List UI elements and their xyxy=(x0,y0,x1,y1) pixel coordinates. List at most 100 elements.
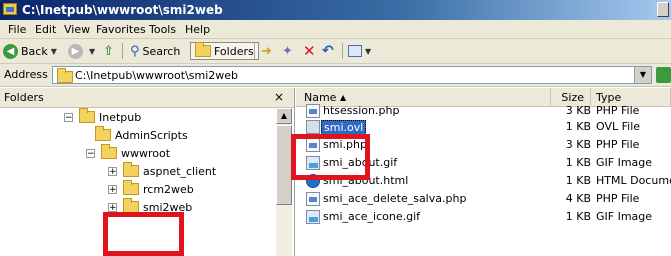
folders-label: Folders xyxy=(214,44,254,58)
file-name: smi_ace_icone.gif xyxy=(323,210,421,223)
menu-file[interactable]: File xyxy=(8,23,26,36)
file-name: smi_about.html xyxy=(323,174,409,187)
menu-help[interactable]: Help xyxy=(185,23,210,36)
delete-button[interactable]: ✕ xyxy=(303,42,316,60)
folders-pane: Folders × − Inetpub AdminScripts − wwwro… xyxy=(0,88,295,256)
folders-button[interactable]: Folders xyxy=(190,42,259,60)
back-arrow-icon: ◀ xyxy=(3,43,18,59)
file-type: GIF Image xyxy=(596,210,653,223)
toolbar: ◀ Back ▼ ▶ ▼ ⇧ ⚲ Search Folders ➜ ✦ ✕ ↶ … xyxy=(0,39,671,64)
file-size: 4 KB xyxy=(565,192,591,205)
tree-item-label: aspnet_client xyxy=(143,164,217,178)
menu-tools[interactable]: Tools xyxy=(149,23,176,36)
php-file-icon xyxy=(306,192,320,206)
php-file-icon xyxy=(306,138,320,152)
move-to-icon: ➜ xyxy=(261,43,272,59)
file-row[interactable]: smi.php 3 KB PHP File xyxy=(296,136,671,154)
copy-to-button[interactable]: ✦ xyxy=(282,42,293,60)
file-row[interactable]: smi_ace_icone.gif 1 KB GIF Image xyxy=(296,208,671,226)
folder-icon xyxy=(101,144,117,159)
close-icon[interactable]: × xyxy=(274,90,284,104)
folder-icon xyxy=(195,42,211,57)
search-label: Search xyxy=(142,44,181,58)
title-bar: C:\Inetpub\wwwroot\smi2web xyxy=(0,0,671,20)
forward-button[interactable]: ▶ ▼ xyxy=(68,42,95,60)
php-file-icon xyxy=(306,104,320,118)
gif-file-icon xyxy=(306,156,320,170)
menu-view[interactable]: View xyxy=(64,23,90,36)
window-title: C:\Inetpub\wwwroot\smi2web xyxy=(22,3,223,17)
file-name: smi_ace_delete_salva.php xyxy=(323,192,467,205)
move-to-button[interactable]: ➜ xyxy=(261,42,272,60)
menu-favorites[interactable]: Favorites xyxy=(96,23,146,36)
tree-item-wwwroot[interactable]: − wwwroot xyxy=(86,144,170,162)
file-type: GIF Image xyxy=(596,156,653,169)
collapse-icon[interactable]: − xyxy=(86,148,95,158)
expand-icon[interactable]: + xyxy=(108,166,117,176)
file-row[interactable]: smi_about.gif 1 KB GIF Image xyxy=(296,154,671,172)
menu-bar: File Edit View Favorites Tools Help xyxy=(0,20,671,39)
sort-ascending-icon: ▲ xyxy=(340,93,347,102)
collapse-icon[interactable]: − xyxy=(64,112,73,122)
address-dropdown-button[interactable]: ▼ xyxy=(634,67,651,83)
tree-item-rcm2web[interactable]: + rcm2web xyxy=(108,180,194,198)
up-folder-icon: ⇧ xyxy=(103,43,114,59)
file-size: 1 KB xyxy=(565,210,591,223)
folders-scrollbar[interactable]: ▲ xyxy=(276,108,292,256)
tree-item-inetpub[interactable]: − Inetpub xyxy=(64,108,141,126)
file-size: 1 KB xyxy=(565,156,591,169)
back-label: Back xyxy=(21,44,48,58)
folder-icon xyxy=(123,180,139,195)
back-button[interactable]: ◀ Back ▼ xyxy=(3,42,57,60)
undo-icon: ↶ xyxy=(322,43,334,59)
toolbar-separator xyxy=(122,43,123,59)
file-size: 3 KB xyxy=(565,138,591,151)
tree-item-label: AdminScripts xyxy=(115,128,188,142)
folders-pane-header: Folders × xyxy=(0,88,294,108)
search-button[interactable]: ⚲ Search xyxy=(130,42,180,60)
folders-pane-title: Folders xyxy=(4,91,44,104)
up-folder-button[interactable]: ⇧ xyxy=(103,42,114,60)
search-icon: ⚲ xyxy=(130,43,140,59)
folder-icon xyxy=(123,162,139,177)
file-name: smi.php xyxy=(323,138,367,151)
file-type: PHP File xyxy=(596,138,640,151)
gif-file-icon xyxy=(306,210,320,224)
file-name: htsession.php xyxy=(323,104,400,117)
expand-icon[interactable]: + xyxy=(108,202,117,212)
tree-item-aspnet-client[interactable]: + aspnet_client xyxy=(108,162,216,180)
address-input[interactable]: C:\Inetpub\wwwroot\smi2web ▼ xyxy=(52,66,652,84)
tree-item-label: Inetpub xyxy=(99,110,142,124)
menu-edit[interactable]: Edit xyxy=(35,23,56,36)
scroll-up-icon[interactable]: ▲ xyxy=(276,108,292,124)
chevron-down-icon: ▼ xyxy=(89,46,96,56)
toolbar-separator xyxy=(342,43,343,59)
folder-icon xyxy=(79,108,95,123)
chevron-down-icon: ▼ xyxy=(365,46,372,56)
chevron-down-icon: ▼ xyxy=(50,46,57,56)
address-bar: Address C:\Inetpub\wwwroot\smi2web ▼ xyxy=(0,64,671,87)
expand-icon[interactable]: + xyxy=(108,184,117,194)
file-size: 1 KB xyxy=(565,174,591,187)
file-type: PHP File xyxy=(596,192,640,205)
scroll-thumb[interactable] xyxy=(276,125,292,205)
file-name: smi_about.gif xyxy=(323,156,398,169)
tree-item-label: rcm2web xyxy=(143,182,194,196)
file-type: HTML Document xyxy=(596,174,671,187)
file-row[interactable]: smi_ace_delete_salva.php 4 KB PHP File xyxy=(296,190,671,208)
folder-icon xyxy=(123,198,139,213)
folder-window-icon xyxy=(3,3,17,15)
forward-arrow-icon: ▶ xyxy=(68,43,83,59)
window-control-button[interactable] xyxy=(657,2,669,17)
tree-item-smi2web[interactable]: + smi2web xyxy=(108,198,192,216)
toolbar-separator xyxy=(254,43,255,59)
tree-item-adminscripts[interactable]: AdminScripts xyxy=(95,126,188,144)
file-row-selected[interactable]: smi.ovl 1 KB OVL File xyxy=(296,118,671,136)
file-row[interactable]: smi_about.html 1 KB HTML Document xyxy=(296,172,671,190)
views-button[interactable]: ▼ xyxy=(348,42,371,60)
views-icon xyxy=(348,45,362,57)
go-button[interactable] xyxy=(656,67,671,83)
undo-button[interactable]: ↶ xyxy=(322,42,334,60)
file-list-pane: Name ▲ Size Type htsession.php 3 KB PHP … xyxy=(296,88,671,256)
tree-item-label: smi2web xyxy=(143,200,193,214)
